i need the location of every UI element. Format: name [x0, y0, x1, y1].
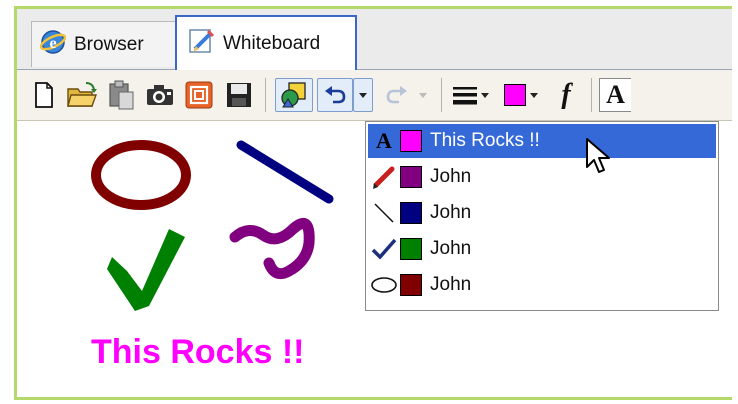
canvas-line[interactable]	[236, 140, 334, 204]
color-swatch	[400, 202, 422, 224]
color-swatch	[400, 166, 422, 188]
history-item-label: John	[430, 202, 472, 223]
chevron-down-icon	[481, 92, 489, 98]
canvas-text[interactable]: This Rocks !!	[91, 333, 304, 372]
tab-label: Whiteboard	[223, 32, 321, 54]
toolbar-separator	[591, 78, 592, 112]
chevron-down-icon	[419, 92, 427, 98]
mouse-cursor-icon	[585, 137, 615, 182]
ellipse-icon	[368, 270, 400, 300]
toolbar-separator	[265, 78, 266, 112]
camera-icon[interactable]	[143, 78, 177, 112]
tab-whiteboard[interactable]: Whiteboard	[175, 15, 357, 70]
line-width-button[interactable]	[449, 78, 493, 112]
app-frame: e Browser Whiteboard f A This Rocks !! A…	[14, 6, 732, 400]
history-item[interactable]: John	[368, 160, 716, 194]
canvas-freehand[interactable]	[229, 218, 315, 280]
history-item[interactable]: John	[368, 268, 716, 302]
chevron-down-icon	[359, 92, 367, 98]
whiteboard-pencil-icon	[187, 27, 215, 61]
redo-dropdown-toggle[interactable]	[415, 78, 431, 112]
history-item[interactable]: A This Rocks !!	[368, 124, 716, 158]
history-item-label: John	[430, 238, 472, 259]
new-document-icon[interactable]	[31, 78, 57, 112]
redo-icon[interactable]	[379, 78, 415, 112]
color-button[interactable]	[499, 78, 543, 112]
tab-label: Browser	[74, 33, 144, 55]
color-icon	[504, 84, 526, 106]
canvas-checkmark[interactable]	[107, 229, 185, 311]
tab-browser[interactable]: e Browser	[31, 21, 187, 67]
svg-text:e: e	[49, 35, 56, 52]
font-italic-f-icon: f	[561, 79, 571, 110]
text-a-glyph: A	[376, 128, 392, 153]
toolbar: f A	[17, 70, 732, 121]
line-width-icon	[453, 87, 477, 105]
toolbar-separator	[441, 78, 442, 112]
history-item-label: John	[430, 274, 472, 295]
history-item-label: John	[430, 166, 472, 187]
text-a-icon: A	[368, 126, 400, 156]
chevron-down-icon	[530, 92, 538, 98]
color-swatch	[400, 274, 422, 296]
color-swatch	[400, 130, 422, 152]
text-a-icon: A	[606, 80, 625, 109]
check-icon	[368, 234, 400, 264]
undo-dropdown-toggle[interactable]	[353, 78, 373, 112]
paste-icon[interactable]	[105, 78, 137, 112]
history-item[interactable]: John	[368, 196, 716, 230]
shapes-icon[interactable]	[275, 78, 313, 112]
canvas-ellipse[interactable]	[91, 140, 191, 210]
line-icon	[368, 198, 400, 228]
history-item[interactable]: John	[368, 232, 716, 266]
color-swatch	[400, 238, 422, 260]
ie-globe-icon: e	[39, 29, 67, 61]
font-button[interactable]: f	[551, 78, 581, 112]
undo-history-dropdown: A This Rocks !! John John John John	[365, 121, 719, 311]
undo-icon[interactable]	[317, 78, 353, 112]
text-tool-button[interactable]: A	[599, 78, 631, 112]
tab-bar: e Browser Whiteboard	[17, 9, 732, 70]
presentation-icon[interactable]	[183, 78, 215, 112]
pencil-icon	[368, 162, 400, 192]
save-icon[interactable]	[223, 78, 255, 112]
history-item-label: This Rocks !!	[430, 130, 540, 151]
open-folder-icon[interactable]	[65, 78, 99, 112]
